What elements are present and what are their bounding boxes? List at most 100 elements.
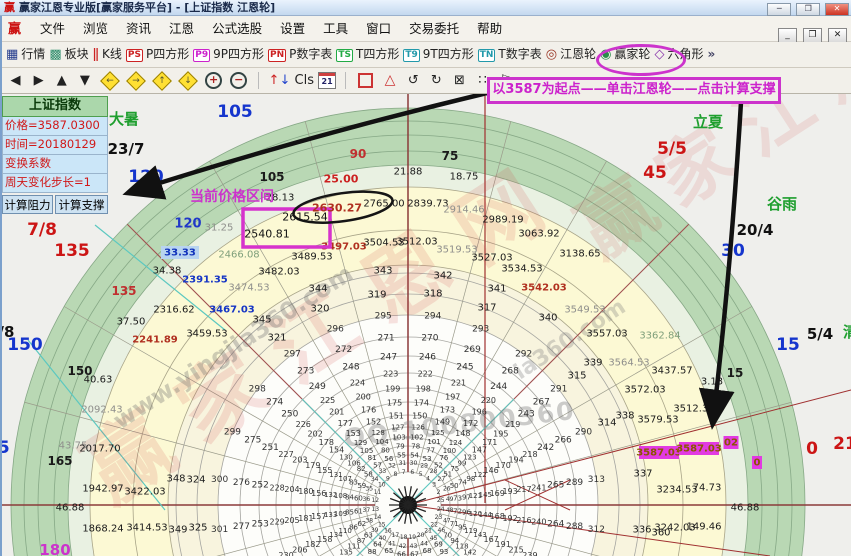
toolbar-button-quotes[interactable]: ▦行情: [6, 42, 45, 67]
spiral-number: 35: [365, 485, 373, 492]
close-button[interactable]: ✕: [825, 3, 849, 16]
toolbar-button-winner-wheel[interactable]: ◉赢家轮: [600, 42, 650, 67]
spiral-number: 56: [384, 455, 393, 463]
spiral-number: 147: [472, 446, 487, 455]
wheel-label: 150: [7, 335, 43, 355]
wheel-label: 18.75: [450, 172, 479, 183]
wheel-label: 5/5: [657, 139, 687, 159]
toolbar-button-9t-square[interactable]: T99T四方形: [403, 42, 473, 67]
calc-support-button[interactable]: 计算支撑: [55, 195, 108, 214]
spiral-number: 239: [522, 551, 537, 556]
nav-right-icon[interactable]: ▶: [29, 68, 48, 93]
wheel-label: 2765.00: [363, 199, 404, 210]
toolbar-button-t-table[interactable]: TNT数字表: [478, 42, 542, 67]
wheel-label: 2092.43: [81, 405, 122, 416]
menu-item-浏览[interactable]: 浏览: [74, 16, 117, 41]
toolbar-button-9p-square[interactable]: P99P四方形: [193, 42, 264, 67]
menu-item-帮助[interactable]: 帮助: [468, 16, 511, 41]
window-controls: ─ ❐ ✕: [766, 0, 849, 12]
wheel-label: 3138.65: [559, 249, 600, 260]
zoom-in-icon[interactable]: +: [205, 72, 222, 89]
wheel-label: 21/3: [833, 434, 851, 454]
winner-wheel-icon: ◉: [600, 42, 611, 67]
panel-row-3: 周天变化步长=1: [2, 174, 108, 193]
spiral-number: 68: [423, 547, 432, 555]
wheel-label: 33.33: [164, 248, 196, 259]
spiral-number: 124: [449, 439, 463, 447]
calc-resistance-button[interactable]: 计算阻力: [2, 195, 53, 214]
spiral-number: 43: [410, 543, 418, 550]
shift-up-icon[interactable]: ↑: [152, 71, 172, 91]
minimize-button[interactable]: ─: [767, 3, 791, 16]
p-square-icon: PS: [126, 49, 143, 62]
spiral-number: 11: [374, 489, 382, 496]
shift-right-icon[interactable]: →: [126, 71, 146, 91]
menu-item-文件[interactable]: 文件: [31, 16, 74, 41]
nav-left-icon[interactable]: ◀: [6, 68, 25, 93]
spiral-number: 219: [505, 420, 520, 429]
wheel-label: 314: [597, 418, 616, 429]
toolbar-button-label: T数字表: [498, 47, 541, 61]
wheel-label: 3534.53: [501, 264, 542, 275]
delete-box-icon[interactable]: ⊠: [450, 68, 469, 93]
spiral-number: 181: [298, 514, 313, 523]
toolbar-button-gann-wheel[interactable]: ◎江恩轮: [546, 42, 596, 67]
updown-marker-icon[interactable]: ↑↓: [269, 68, 291, 93]
wheel-label: 3422.03: [124, 487, 165, 498]
spiral-number: 13: [371, 506, 379, 513]
wheel-label: 135: [111, 284, 136, 298]
zoom-out-icon[interactable]: −: [230, 72, 247, 89]
wheel-label: 46.88: [56, 503, 85, 514]
sectors-icon: ▩: [49, 42, 61, 67]
menu-item-交易委托[interactable]: 交易委托: [400, 16, 468, 41]
toolbar-overflow-chevron[interactable]: »: [707, 47, 715, 61]
menu-item-窗口[interactable]: 窗口: [357, 16, 400, 41]
square-tool-icon[interactable]: [358, 73, 373, 88]
panel-rows: 价格=3587.0300时间=20180129变换系数=1.00000周天变化步…: [2, 117, 108, 193]
spiral-number: 253: [252, 519, 269, 529]
spiral-number: 54: [410, 451, 419, 459]
menu-item-江恩[interactable]: 江恩: [160, 16, 203, 41]
shift-left-icon[interactable]: ←: [100, 71, 120, 91]
nav-down-icon[interactable]: ▼: [75, 68, 94, 93]
maximize-button[interactable]: ❐: [796, 3, 820, 16]
menu-item-工具[interactable]: 工具: [314, 16, 357, 41]
toolbar-button-t-square[interactable]: TST四方形: [336, 42, 399, 67]
spiral-number: 247: [380, 352, 397, 362]
triangle-tool-icon[interactable]: △: [381, 68, 400, 93]
cls-button[interactable]: Cls: [295, 68, 314, 93]
toolbar-button-p-table[interactable]: PNP数字表: [268, 42, 332, 67]
spiral-number: 42: [399, 543, 407, 550]
menu-item-设置[interactable]: 设置: [271, 16, 314, 41]
toolbar-button-hexagon[interactable]: ◇六角形: [654, 42, 703, 67]
toolbar-button-kline[interactable]: ǁK线: [93, 42, 122, 67]
spiral-number: 268: [502, 367, 519, 377]
spiral-number: 175: [387, 398, 402, 407]
wheel-label: 360: [651, 528, 670, 539]
nav-up-icon[interactable]: ▲: [52, 68, 71, 93]
spiral-number: 172: [463, 419, 478, 428]
rotate-ccw-icon[interactable]: ↺: [404, 68, 423, 93]
spiral-number: 295: [375, 312, 392, 322]
shift-down-icon[interactable]: ↓: [178, 71, 198, 91]
spiral-number: 32: [388, 463, 396, 470]
toolbar-button-sectors[interactable]: ▩板块: [49, 42, 88, 67]
wheel-label: 清明: [843, 323, 851, 341]
wheel-label: 343: [373, 266, 392, 277]
rotate-cw-icon[interactable]: ↻: [427, 68, 446, 93]
spiral-number: 100: [443, 447, 456, 455]
panel-title: 上证指数: [2, 96, 108, 117]
spiral-number: 197: [445, 392, 460, 401]
wheel-label: 339: [583, 358, 602, 369]
spiral-number: 271: [377, 333, 394, 343]
menu-item-公式选股[interactable]: 公式选股: [203, 16, 271, 41]
app-logo-icon: 赢: [4, 1, 15, 14]
menu-item-资讯[interactable]: 资讯: [117, 16, 160, 41]
p-table-icon: PN: [268, 49, 286, 62]
wheel-label: 2466.08: [218, 250, 259, 261]
title-bar[interactable]: 赢赢家江恩专业版[赢家服务平台] - [上证指数 江恩轮] ─ ❐ ✕: [0, 0, 851, 16]
calendar-icon[interactable]: 21: [318, 72, 336, 89]
wheel-label: 3579.53: [637, 415, 678, 426]
toolbar-button-p-square[interactable]: PSP四方形: [126, 42, 189, 67]
spiral-number: 218: [522, 450, 537, 459]
